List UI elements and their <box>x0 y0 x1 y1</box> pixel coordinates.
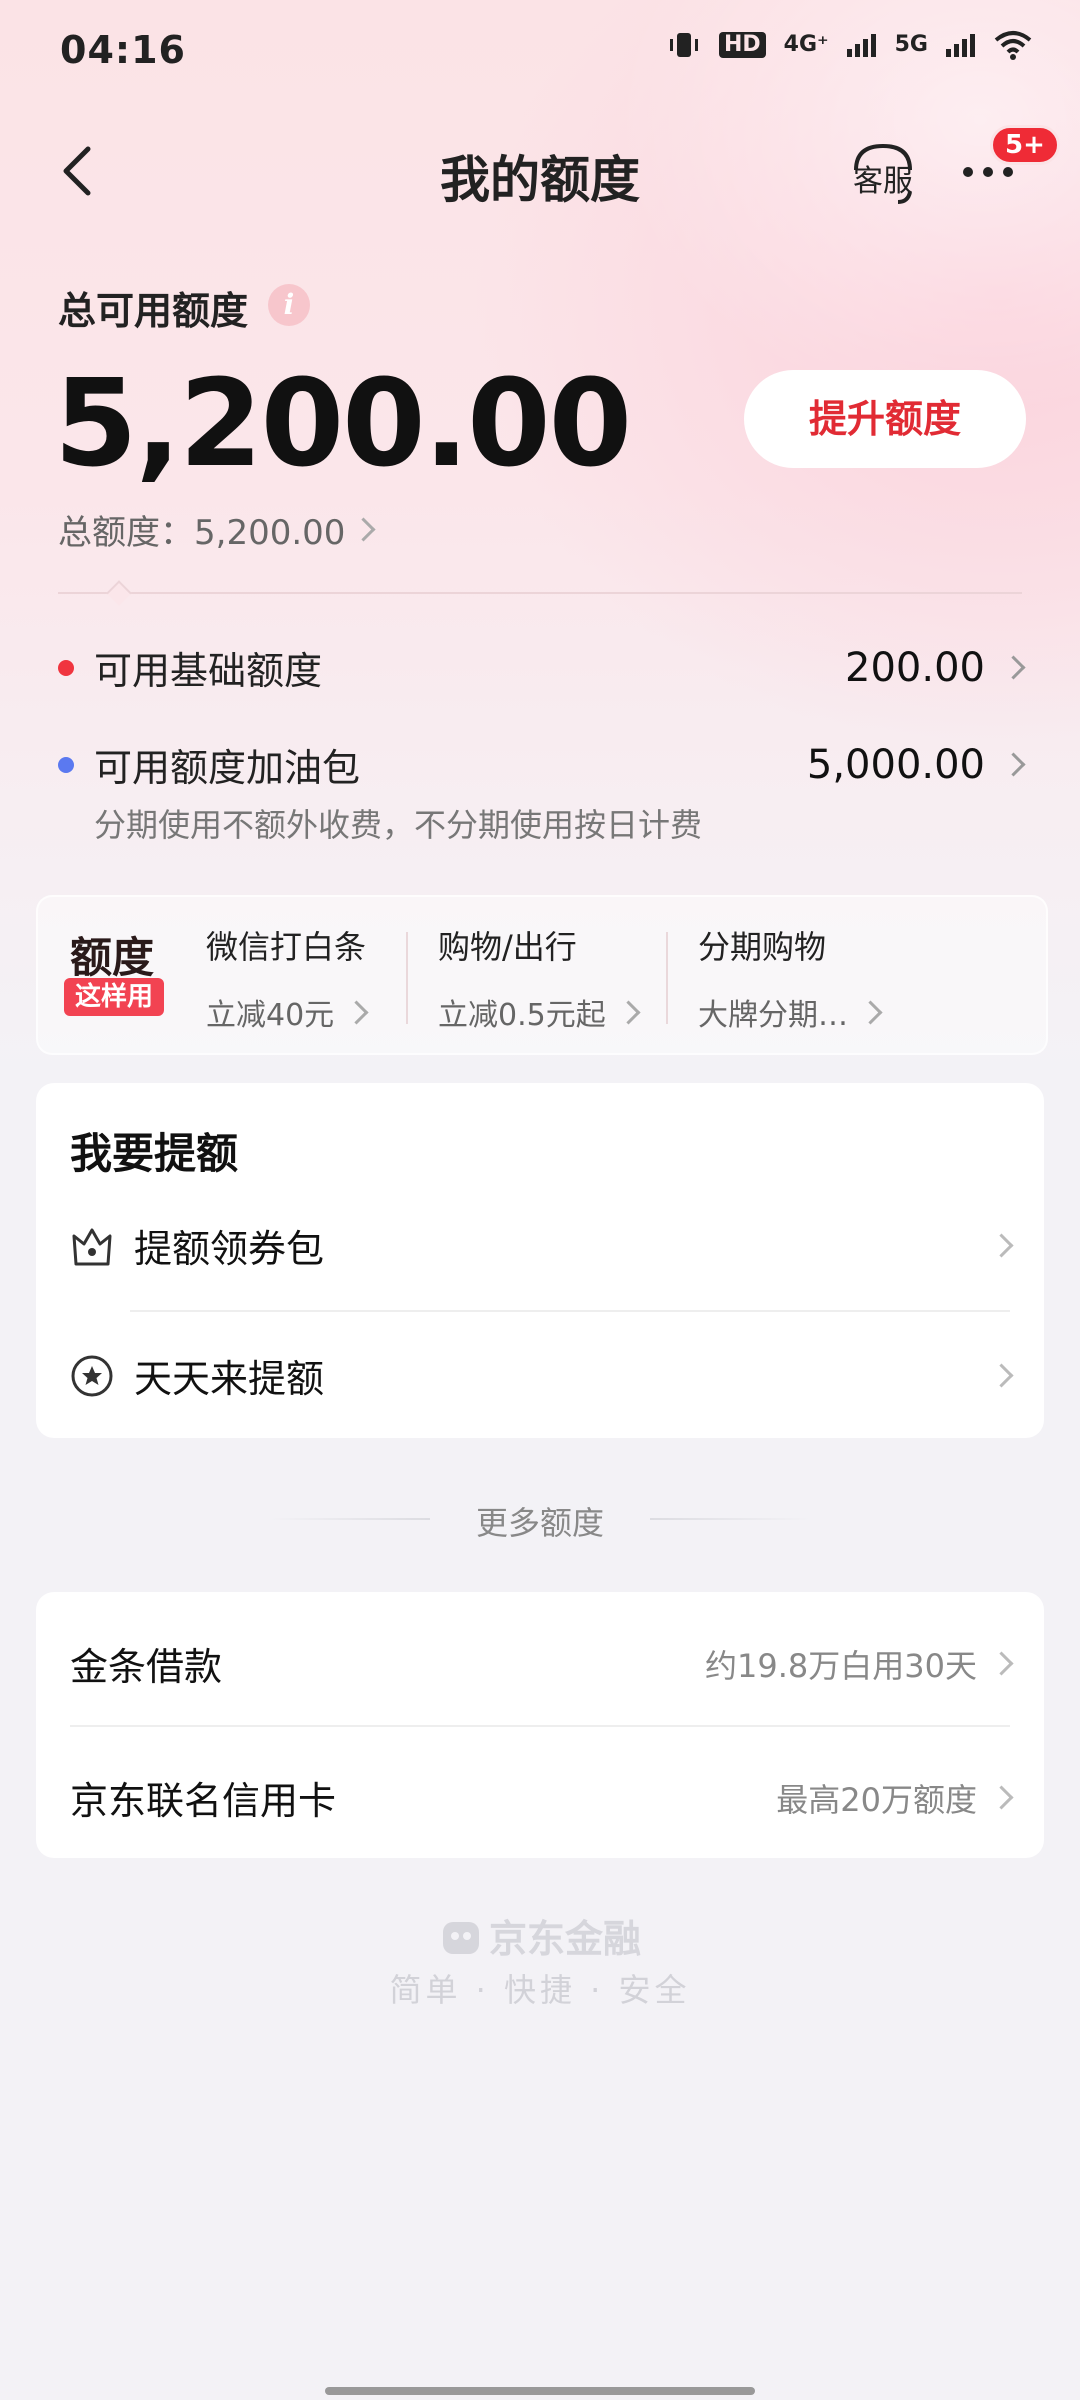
promo-item-wechat[interactable]: 微信打白条 立减40元 <box>206 922 369 1034</box>
cobrand-card-value: 最高20万额度 <box>776 1780 977 1819</box>
red-dot-icon <box>58 659 74 676</box>
cobrand-card-row[interactable]: 京东联名信用卡 最高20万额度 <box>70 1770 1014 1825</box>
coupon-pack-row[interactable]: 提额领券包 <box>70 1218 1014 1273</box>
jintiao-loan-row[interactable]: 金条借款 约19.8万白用30天 <box>70 1636 1014 1691</box>
chevron-right-icon <box>989 1363 1014 1388</box>
chevron-right-icon <box>989 1785 1014 1810</box>
chevron-right-icon <box>1001 752 1026 777</box>
hd-indicator: HD <box>718 32 766 58</box>
promo-item-title: 微信打白条 <box>206 928 367 966</box>
promo-item-shopping[interactable]: 购物/出行 立减0.5元起 <box>438 922 641 1034</box>
chevron-right-icon <box>989 1651 1014 1676</box>
service-label: 客服 <box>853 164 913 199</box>
coupon-pack-label: 提额领券包 <box>134 1227 325 1271</box>
vibrate-icon <box>669 33 698 57</box>
promo-item-sub: 大牌分期… <box>698 998 848 1033</box>
status-icons: HD 4G⁺ 5G <box>667 30 1032 60</box>
chevron-right-icon <box>858 999 883 1025</box>
basic-limit-row[interactable]: 可用基础额度 200.00 <box>58 640 1026 695</box>
promo-title: 额度 <box>70 933 155 982</box>
promo-item-sub: 立减40元 <box>206 998 335 1033</box>
brand-logo: 京东金融 <box>0 1908 1080 1963</box>
customer-service-button[interactable]: 客服 <box>848 140 918 210</box>
brand-name: 京东金融 <box>488 1917 641 1961</box>
total-limit-text: 总额度：5,200.00 <box>58 513 346 553</box>
row-divider <box>70 1725 1010 1727</box>
divider <box>58 592 1022 594</box>
promo-item-title: 分期购物 <box>698 928 827 966</box>
daily-raise-label: 天天来提额 <box>134 1357 325 1401</box>
chevron-right-icon <box>351 517 376 542</box>
raise-section-title: 我要提额 <box>70 1129 239 1178</box>
signal-icon-2 <box>946 34 975 57</box>
signal-icon-1 <box>846 34 876 57</box>
wifi-icon <box>994 31 1032 60</box>
info-icon[interactable]: i <box>268 284 310 326</box>
notification-badge: 5+ <box>990 125 1060 165</box>
home-indicator[interactable] <box>325 2387 755 2395</box>
details-note: 分期使用不额外收费，不分期使用按日计费 <box>94 806 703 844</box>
star-circle-icon <box>71 1355 113 1396</box>
promo-item-title: 购物/出行 <box>438 928 577 966</box>
promo-item-sub: 立减0.5元起 <box>438 998 606 1033</box>
raise-limit-button[interactable]: 提升额度 <box>744 370 1026 468</box>
network-4g: 4G⁺ <box>783 32 829 57</box>
basic-limit-value: 200.00 <box>845 644 985 691</box>
chevron-right-icon <box>1001 655 1026 680</box>
network-5g: 5G <box>894 32 928 57</box>
promo-tag: 这样用 <box>64 978 164 1016</box>
jd-mascot-icon <box>442 1922 479 1954</box>
page-title: 我的额度 <box>440 151 640 209</box>
booster-limit-row[interactable]: 可用额度加油包 5,000.00 <box>58 737 1026 792</box>
chevron-right-icon <box>616 999 641 1025</box>
basic-limit-label: 可用基础额度 <box>94 649 323 693</box>
total-limit-link[interactable]: 总额度：5,200.00 <box>58 505 376 554</box>
jintiao-loan-value: 约19.8万白用30天 <box>705 1646 977 1685</box>
more-line-right <box>650 1518 810 1520</box>
brand-slogan: 简单 · 快捷 · 安全 <box>389 1971 691 2009</box>
cobrand-card-label: 京东联名信用卡 <box>70 1779 337 1823</box>
crown-icon <box>72 1228 112 1265</box>
promo-item-installment[interactable]: 分期购物 大牌分期… <box>698 922 883 1034</box>
chevron-right-icon <box>344 999 369 1025</box>
promo-separator <box>406 932 408 1024</box>
more-limits-label: 更多额度 <box>475 1504 604 1542</box>
available-limit-label: 总可用额度 <box>58 289 249 333</box>
row-divider <box>130 1310 1010 1312</box>
blue-dot-icon <box>58 756 74 773</box>
available-amount: 5,200.00 <box>54 355 632 494</box>
daily-raise-row[interactable]: 天天来提额 <box>70 1348 1014 1403</box>
booster-limit-label: 可用额度加油包 <box>94 746 361 790</box>
promo-separator <box>666 932 668 1024</box>
chevron-right-icon <box>989 1233 1014 1258</box>
jintiao-loan-label: 金条借款 <box>70 1645 223 1689</box>
booster-limit-value: 5,000.00 <box>806 741 985 788</box>
status-time: 04:16 <box>60 28 186 72</box>
